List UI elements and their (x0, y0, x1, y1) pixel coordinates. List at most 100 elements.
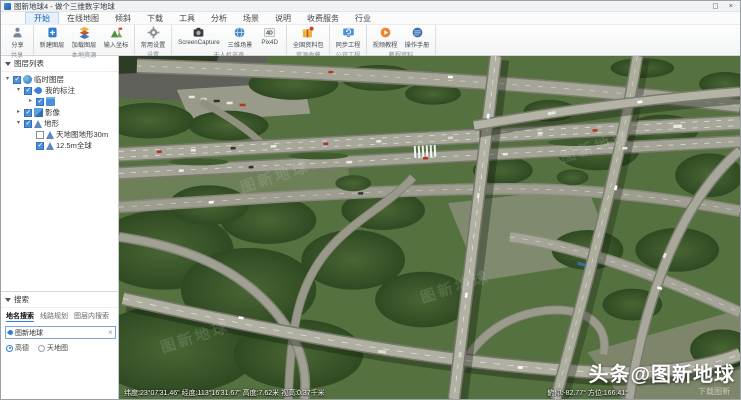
ribbon-button-label: 同步工程 (336, 39, 361, 49)
layer-checkbox[interactable] (24, 120, 32, 128)
search-panel: 搜索 地名搜索 线路规划 图层内搜索 × (1, 291, 118, 399)
ribbon-button-label: 常用设置 (141, 39, 166, 49)
channel-watermark: 头条@图新地球 (588, 358, 735, 387)
screencapture-button[interactable]: ScreenCapture (175, 26, 223, 46)
mountain-flag-icon (110, 26, 123, 39)
sync-project-button[interactable]: 同步工程 (333, 26, 363, 49)
layer-row[interactable]: ▾ 我的标注 (1, 85, 118, 96)
share-button[interactable]: 分享 (4, 26, 30, 49)
layer-row[interactable]: 天地图地形30m (1, 129, 118, 140)
coordinates-readout: 纬度:23°07'31.46" 经度:113°16'31.67" 高度:7.62… (124, 388, 325, 398)
pin-icon (34, 86, 44, 96)
tab-online-maps[interactable]: 在线地图 (59, 12, 107, 24)
collapse-icon (5, 62, 11, 66)
tab-tools[interactable]: 工具 (171, 12, 203, 24)
manual-button[interactable]: 操作手册 (402, 26, 432, 49)
scene-3d-button[interactable]: 三维场景 (225, 26, 255, 49)
ribbon-button-label: 三维场景 (227, 39, 252, 49)
layer-label: 12.5m全球 (56, 140, 92, 151)
search-panel-title: 搜索 (14, 294, 29, 305)
sync-monitor-icon (342, 26, 355, 39)
camera-icon (192, 26, 205, 39)
menu-bar: 开始 在线地图 倾斜 下载 工具 分析 场景 说明 收费服务 行业 (1, 12, 740, 25)
provider-tianditu[interactable]: 天地图 (38, 343, 68, 353)
search-panel-header[interactable]: 搜索 (1, 292, 118, 308)
ribbon-group-settings: 常用设置 设置 (135, 25, 172, 55)
ribbon-button-label: 输入坐标 (104, 39, 129, 49)
layer-checkbox[interactable] (36, 98, 44, 106)
imagery-icon (34, 108, 43, 117)
ribbon-group-name: 共享 (5, 49, 30, 59)
tab-paid-services[interactable]: 收费服务 (299, 12, 347, 24)
map-viewport[interactable]: 图新地球 图新地球 图新地球 图新地球 纬度:23°07'31.46" 经度:1… (119, 56, 740, 399)
expander-icon[interactable]: ▾ (15, 85, 22, 96)
search-providers: 高德 天地图 (1, 341, 118, 355)
load-layer-button[interactable]: 加载图层 (69, 26, 99, 49)
tab-download[interactable]: 下载 (139, 12, 171, 24)
layer-checkbox[interactable] (24, 109, 32, 117)
ribbon-button-label: ScreenCapture (178, 39, 220, 46)
terrain-icon (46, 131, 54, 139)
layer-checkbox[interactable] (13, 76, 21, 84)
layer-row[interactable]: ▸ 影像 (1, 107, 118, 118)
ribbon-group-tutorials: 视频教程 操作手册 教程资料 (367, 25, 436, 55)
tab-layer-search[interactable]: 图层内搜索 (74, 311, 109, 322)
ribbon-button-label: 视频教程 (373, 39, 398, 49)
ribbon-button-label: Pix4D (261, 39, 277, 46)
clear-search-icon[interactable]: × (108, 328, 113, 338)
settings-button[interactable]: 常用设置 (138, 26, 168, 49)
tab-analysis[interactable]: 分析 (203, 12, 235, 24)
close-button[interactable]: × (729, 1, 733, 11)
layer-label: 地形 (44, 118, 59, 129)
provider-gaode[interactable]: 高德 (6, 343, 29, 353)
ribbon-button-label: 分享 (11, 39, 23, 49)
expander-icon[interactable]: ▸ (27, 96, 34, 107)
layer-row[interactable]: ▾ 临时图层 (1, 74, 118, 85)
pix4d-icon: 4D (263, 26, 276, 39)
gear-icon (147, 26, 160, 39)
title-bar: 图新地球4 - 做个三维数字地球 ◻ × (1, 1, 740, 12)
expander-icon[interactable]: ▸ (15, 107, 22, 118)
tab-help[interactable]: 说明 (267, 12, 299, 24)
window-title: 图新地球4 - 做个三维数字地球 (14, 1, 115, 12)
layer-checkbox[interactable] (36, 131, 44, 139)
tab-route-planning[interactable]: 线路规划 (40, 311, 68, 322)
left-sidebar: 图层列表 ▾ 临时图层 ▾ 我的标注 (1, 56, 119, 399)
ribbon-button-label: 新建图层 (40, 39, 65, 49)
tab-place-search[interactable]: 地名搜索 (6, 311, 34, 322)
tab-start[interactable]: 开始 (25, 12, 59, 24)
terrain-icon (46, 142, 54, 150)
layer-checkbox[interactable] (36, 142, 44, 150)
new-layer-button[interactable]: 新建图层 (37, 26, 67, 49)
search-input[interactable] (15, 329, 106, 336)
tab-oblique[interactable]: 倾斜 (107, 12, 139, 24)
map-canvas[interactable] (119, 56, 740, 399)
radio-icon (38, 345, 45, 352)
layer-row[interactable]: 12.5m全球 (1, 140, 118, 151)
ribbon-group-share: 分享 共享 (1, 25, 34, 55)
input-coordinates-button[interactable]: 输入坐标 (101, 26, 131, 49)
layer-row[interactable]: ▸ (1, 96, 118, 107)
ribbon-group-public-projects: 同步工程 公开工程 (330, 25, 367, 55)
layer-checkbox[interactable] (24, 87, 32, 95)
national-data-pack-button[interactable]: 全国资料包 (290, 26, 327, 49)
search-input-wrap: × (5, 326, 116, 339)
layer-label: 我的标注 (45, 85, 75, 96)
expander-icon[interactable]: ▾ (15, 118, 22, 129)
place-pin-icon (7, 329, 14, 336)
ribbon-group-drone: ScreenCapture 三维场景 4D Pix4D 无人机巡查 (172, 25, 287, 55)
app-logo-icon (4, 3, 11, 10)
ribbon-toolbar: 分享 共享 新建图层 加载图层 输入坐标 本地资源 (1, 25, 740, 56)
new-layer-icon (46, 26, 59, 39)
tab-industry[interactable]: 行业 (347, 12, 379, 24)
pix4d-button[interactable]: 4D Pix4D (257, 26, 283, 46)
channel-watermark-sub: 下载图新 (698, 386, 730, 397)
collapse-icon (5, 298, 11, 302)
manual-book-icon (411, 26, 424, 39)
ribbon-group-name: 本地资源 (39, 49, 128, 59)
video-tutorial-button[interactable]: 视频教程 (370, 26, 400, 49)
tab-scene[interactable]: 场景 (235, 12, 267, 24)
expander-icon[interactable]: ▾ (4, 74, 11, 85)
layer-row[interactable]: ▾ 地形 (1, 118, 118, 129)
maximize-button[interactable]: ◻ (712, 1, 718, 11)
